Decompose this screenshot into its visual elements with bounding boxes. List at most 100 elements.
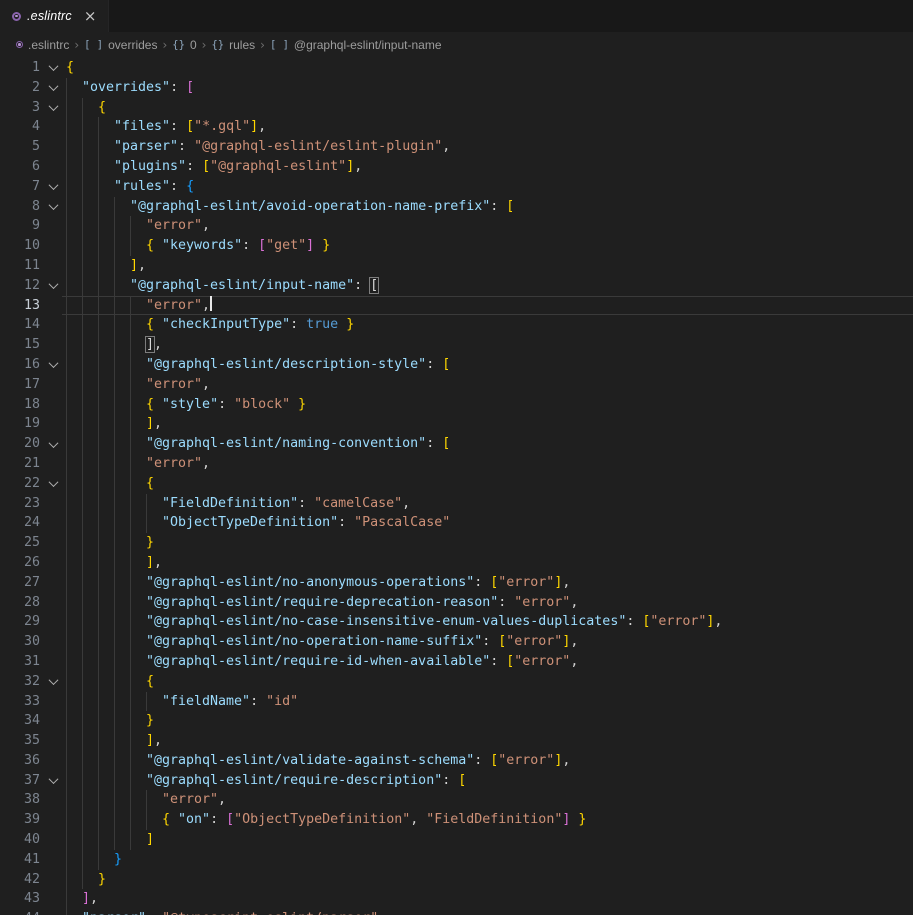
code-token: , (570, 634, 578, 649)
code-line[interactable]: 21"error", (0, 454, 913, 474)
breadcrumb-item[interactable]: {}rules (211, 38, 255, 52)
symbol-array-icon: [ ] (84, 39, 103, 51)
code-line[interactable]: 37"@graphql-eslint/require-description":… (0, 771, 913, 791)
code-token: [ (258, 238, 266, 253)
code-line[interactable]: 15], (0, 335, 913, 355)
code-text: "@graphql-eslint/no-anonymous-operations… (66, 573, 570, 593)
code-text: "error", (66, 216, 210, 236)
code-line[interactable]: 4"files": ["*.gql"], (0, 117, 913, 137)
code-line[interactable]: 35], (0, 731, 913, 751)
line-number: 18 (0, 395, 40, 415)
code-token: [ (226, 812, 234, 827)
fold-chevron-icon[interactable] (40, 276, 66, 296)
breadcrumb-label: overrides (108, 38, 157, 52)
code-line[interactable]: 20"@graphql-eslint/naming-convention": [ (0, 434, 913, 454)
code-token: } (146, 713, 154, 728)
code-line[interactable]: 44"parser": "@typescript-eslint/parser" (0, 909, 913, 915)
code-token (154, 317, 162, 332)
code-token (314, 238, 322, 253)
code-line[interactable]: 39{ "on": ["ObjectTypeDefinition", "Fiel… (0, 810, 913, 830)
code-line[interactable]: 28"@graphql-eslint/require-deprecation-r… (0, 593, 913, 613)
breadcrumb-label: rules (229, 38, 255, 52)
code-line[interactable]: 8"@graphql-eslint/avoid-operation-name-p… (0, 197, 913, 217)
fold-gutter (40, 454, 66, 474)
code-line[interactable]: 22{ (0, 474, 913, 494)
code-line[interactable]: 25} (0, 533, 913, 553)
code-line[interactable]: 43], (0, 889, 913, 909)
code-line[interactable]: 1{ (0, 58, 913, 78)
code-line[interactable]: 24 "ObjectTypeDefinition": "PascalCase" (0, 513, 913, 533)
code-text: } (66, 533, 154, 553)
code-text: } (66, 870, 106, 890)
code-editor: 1{2"overrides": [3{4"files": ["*.gql"],5… (0, 57, 913, 915)
code-token: ] (250, 119, 258, 134)
code-line[interactable]: 31"@graphql-eslint/require-id-when-avail… (0, 652, 913, 672)
code-line[interactable]: 14{ "checkInputType": true } (0, 315, 913, 335)
code-text: ] (66, 830, 154, 850)
fold-chevron-icon[interactable] (40, 474, 66, 494)
code-line[interactable]: 5"parser": "@graphql-eslint/eslint-plugi… (0, 137, 913, 157)
code-token: [ (186, 119, 194, 134)
close-icon[interactable]: × (84, 9, 97, 24)
code-line[interactable]: 38"error", (0, 790, 913, 810)
code-token: } (578, 812, 586, 827)
code-line[interactable]: 30"@graphql-eslint/no-operation-name-suf… (0, 632, 913, 652)
code-line[interactable]: 16"@graphql-eslint/description-style": [ (0, 355, 913, 375)
code-token: : (290, 317, 306, 332)
code-line[interactable]: 42} (0, 870, 913, 890)
code-line[interactable]: 19], (0, 414, 913, 434)
fold-chevron-icon[interactable] (40, 58, 66, 78)
fold-chevron-icon[interactable] (40, 98, 66, 118)
code-line[interactable]: 7"rules": { (0, 177, 913, 197)
line-number: 24 (0, 513, 40, 533)
code-line[interactable]: 11], (0, 256, 913, 276)
code-line[interactable]: 41} (0, 850, 913, 870)
breadcrumb-item[interactable]: .eslintrc (16, 38, 69, 52)
code-line[interactable]: 3{ (0, 98, 913, 118)
fold-chevron-icon[interactable] (40, 197, 66, 217)
code-line[interactable]: 13"error", (0, 296, 913, 316)
line-number: 44 (0, 909, 40, 915)
tab-eslintrc[interactable]: .eslintrc × (0, 0, 109, 32)
code-line[interactable]: 32{ (0, 672, 913, 692)
fold-chevron-icon[interactable] (40, 355, 66, 375)
code-text: "ObjectTypeDefinition": "PascalCase" (66, 513, 450, 533)
fold-chevron-icon[interactable] (40, 177, 66, 197)
code-line[interactable]: 29"@graphql-eslint/no-case-insensitive-e… (0, 612, 913, 632)
fold-chevron-icon[interactable] (40, 771, 66, 791)
code-token: "FieldDefinition" (162, 496, 298, 511)
code-text: "error", (66, 375, 210, 395)
breadcrumb-item[interactable]: [ ]@graphql-eslint/input-name (270, 38, 442, 52)
breadcrumb-item[interactable]: [ ] overrides (84, 38, 157, 52)
code-line[interactable]: 10{ "keywords": ["get"] } (0, 236, 913, 256)
code-line[interactable]: 40] (0, 830, 913, 850)
fold-chevron-icon[interactable] (40, 434, 66, 454)
code-line[interactable]: 26], (0, 553, 913, 573)
code-line[interactable]: 9"error", (0, 216, 913, 236)
code-line[interactable]: 36"@graphql-eslint/validate-against-sche… (0, 751, 913, 771)
code-token: "PascalCase" (354, 515, 450, 530)
code-line[interactable]: 33"fieldName": "id" (0, 692, 913, 712)
code-line[interactable]: 2"overrides": [ (0, 78, 913, 98)
code-token: : (490, 654, 506, 669)
line-number: 12 (0, 276, 40, 296)
code-line[interactable]: 18{ "style": "block" } (0, 395, 913, 415)
fold-chevron-icon[interactable] (40, 672, 66, 692)
code-line[interactable]: 34} (0, 711, 913, 731)
code-token: : (474, 753, 490, 768)
fold-gutter (40, 494, 66, 514)
code-token: "ObjectTypeDefinition" (234, 812, 410, 827)
fold-gutter (40, 117, 66, 137)
code-line[interactable]: 23"FieldDefinition": "camelCase", (0, 494, 913, 514)
code-line[interactable]: 17"error", (0, 375, 913, 395)
code-text: ], (66, 414, 162, 434)
fold-chevron-icon[interactable] (40, 78, 66, 98)
code-token: , (714, 614, 722, 629)
code-token: : (426, 357, 442, 372)
line-number: 2 (0, 78, 40, 98)
code-line[interactable]: 6"plugins": ["@graphql-eslint"], (0, 157, 913, 177)
indent-guides (66, 236, 146, 256)
code-line[interactable]: 27"@graphql-eslint/no-anonymous-operatio… (0, 573, 913, 593)
breadcrumb-item[interactable]: {}0 (172, 38, 196, 52)
code-line[interactable]: 12"@graphql-eslint/input-name": [ (0, 276, 913, 296)
